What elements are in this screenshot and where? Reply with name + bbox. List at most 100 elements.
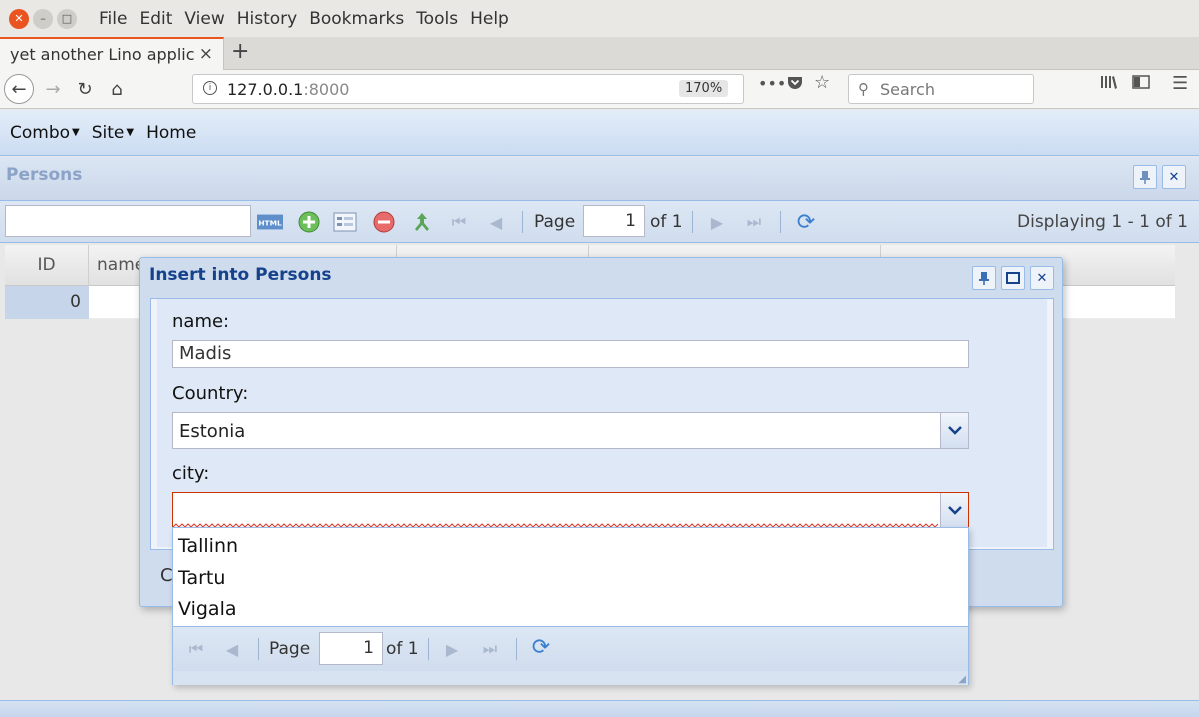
site-info-icon[interactable]: i [203, 81, 217, 95]
cell-id: 0 [5, 286, 89, 319]
grid-toolbar: HTML ⏮ ◀ Page 1 of 1 ▶ ⏭ ⟳ Displaying 1 … [0, 201, 1199, 243]
next-page-icon[interactable]: ▶ [439, 636, 465, 662]
dropdown-pager: ⏮ ◀ Page 1 of 1 ▶ ⏭ ⟳ [173, 626, 968, 671]
search-placeholder: Search [880, 80, 935, 99]
menu-site[interactable]: Site ▼ [88, 123, 138, 143]
panel-bottom-bar [0, 700, 1199, 717]
detail-icon[interactable] [332, 209, 358, 235]
merge-icon[interactable] [409, 209, 435, 235]
menu-tools[interactable]: Tools [410, 9, 464, 29]
pin-icon[interactable] [1133, 165, 1157, 189]
dialog-footer-button[interactable]: C [160, 565, 173, 586]
country-value: Estonia [179, 421, 246, 442]
window-minimize-icon[interactable]: – [33, 8, 53, 29]
city-combo[interactable] [172, 492, 969, 529]
svg-text:HTML: HTML [258, 219, 282, 228]
browser-navbar: ← → ↻ ⌂ i 127.0.0.1:8000 170% ••• ☆ ⚲ Se… [0, 70, 1199, 109]
html-view-icon[interactable]: HTML [257, 209, 283, 235]
resize-grip-icon[interactable]: ◢ [958, 674, 966, 685]
pin-icon[interactable] [972, 266, 996, 290]
toolbar-separator [428, 638, 429, 660]
close-icon[interactable]: ✕ [1030, 266, 1054, 290]
insert-icon[interactable] [296, 209, 322, 235]
delete-icon[interactable] [371, 209, 397, 235]
refresh-icon[interactable]: ⟳ [528, 634, 554, 660]
page-number-input[interactable]: 1 [583, 205, 645, 237]
menu-edit[interactable]: Edit [133, 9, 178, 29]
first-page-icon[interactable]: ⏮ [446, 209, 472, 235]
displaying-count: Displaying 1 - 1 of 1 [1017, 212, 1188, 232]
toolbar-separator [258, 638, 259, 660]
page-label: Page [269, 639, 311, 659]
close-icon[interactable]: ✕ [1162, 165, 1186, 189]
hamburger-menu-icon[interactable]: ☰ [1172, 73, 1188, 94]
toolbar-separator [692, 211, 693, 233]
page-number-input[interactable]: 1 [319, 632, 383, 665]
bookmark-star-icon[interactable]: ☆ [814, 72, 830, 93]
browser-tab[interactable]: yet another Lino applic × [0, 37, 224, 70]
reload-icon[interactable]: ↻ [70, 74, 100, 104]
menu-home[interactable]: Home [142, 123, 200, 143]
name-field[interactable]: Madis [172, 340, 969, 368]
back-icon[interactable]: ← [4, 74, 34, 104]
menu-view[interactable]: View [178, 9, 230, 29]
country-label: Country: [172, 383, 249, 404]
forward-icon[interactable]: → [38, 74, 68, 104]
menu-bookmarks[interactable]: Bookmarks [303, 9, 410, 29]
city-dropdown-list: Tallinn Tartu Vigala ⏮ ◀ Page 1 of 1 ▶ ⏭… [172, 527, 969, 685]
url-bar[interactable]: i 127.0.0.1:8000 170% [192, 74, 744, 104]
prev-page-icon[interactable]: ◀ [483, 209, 509, 235]
persons-panel-header: Persons ✕ [0, 157, 1199, 201]
window-maximize-icon[interactable]: □ [57, 8, 77, 29]
country-combo[interactable]: Estonia [172, 412, 969, 449]
library-icon[interactable] [1100, 74, 1118, 94]
window-close-icon[interactable]: ✕ [9, 8, 29, 29]
chevron-down-icon[interactable] [940, 413, 968, 448]
sidebar-icon[interactable] [1132, 74, 1150, 94]
url-text: 127.0.0.1:8000 [227, 80, 350, 99]
dialog-form: name: Madis Country: Estonia city: [150, 298, 1054, 550]
next-page-icon[interactable]: ▶ [704, 209, 730, 235]
list-item[interactable]: Tallinn [178, 535, 238, 557]
column-header-id[interactable]: ID [5, 245, 89, 286]
home-icon[interactable]: ⌂ [102, 74, 132, 104]
tab-close-icon[interactable]: × [199, 44, 213, 64]
tab-title: yet another Lino applic [10, 45, 195, 64]
maximize-icon[interactable] [1001, 266, 1025, 290]
city-label: city: [172, 463, 210, 484]
panel-title: Persons [6, 165, 83, 185]
dialog-title: Insert into Persons [149, 265, 332, 285]
last-page-icon[interactable]: ⏭ [477, 636, 503, 662]
search-icon: ⚲ [858, 80, 869, 98]
last-page-icon[interactable]: ⏭ [741, 209, 767, 235]
browser-menubar: ✕ – □ File Edit View History Bookmarks T… [0, 0, 1199, 37]
menu-file[interactable]: File [93, 9, 133, 29]
prev-page-icon[interactable]: ◀ [219, 636, 245, 662]
first-page-icon[interactable]: ⏮ [183, 636, 209, 662]
page-count: of 1 [650, 212, 683, 232]
pocket-icon[interactable] [787, 74, 803, 94]
menu-combo[interactable]: Combo ▼ [6, 123, 84, 143]
browser-tabbar: yet another Lino applic × + [0, 37, 1199, 70]
quick-search-input[interactable] [5, 205, 251, 237]
zoom-indicator[interactable]: 170% [679, 80, 729, 97]
toolbar-separator [522, 211, 523, 233]
caret-down-icon: ▼ [72, 127, 80, 138]
page-actions-icon[interactable]: ••• [758, 74, 786, 93]
form-panel: name: Madis Country: Estonia city: [157, 299, 1047, 547]
name-label: name: [172, 311, 230, 332]
page-count: of 1 [386, 639, 419, 659]
app-main-menu: Combo ▼ Site ▼ Home [0, 110, 1199, 156]
toolbar-separator [780, 211, 781, 233]
browser-search-input[interactable]: ⚲ Search [848, 74, 1034, 104]
toolbar-separator [516, 638, 517, 660]
caret-down-icon: ▼ [126, 127, 135, 138]
refresh-icon[interactable]: ⟳ [793, 209, 819, 235]
dropdown-footer: ◢ [173, 671, 968, 685]
list-item[interactable]: Vigala [178, 598, 236, 620]
new-tab-button[interactable]: + [231, 39, 249, 64]
chevron-down-icon[interactable] [940, 493, 968, 528]
menu-history[interactable]: History [231, 9, 303, 29]
menu-help[interactable]: Help [464, 9, 515, 29]
list-item[interactable]: Tartu [178, 567, 225, 589]
